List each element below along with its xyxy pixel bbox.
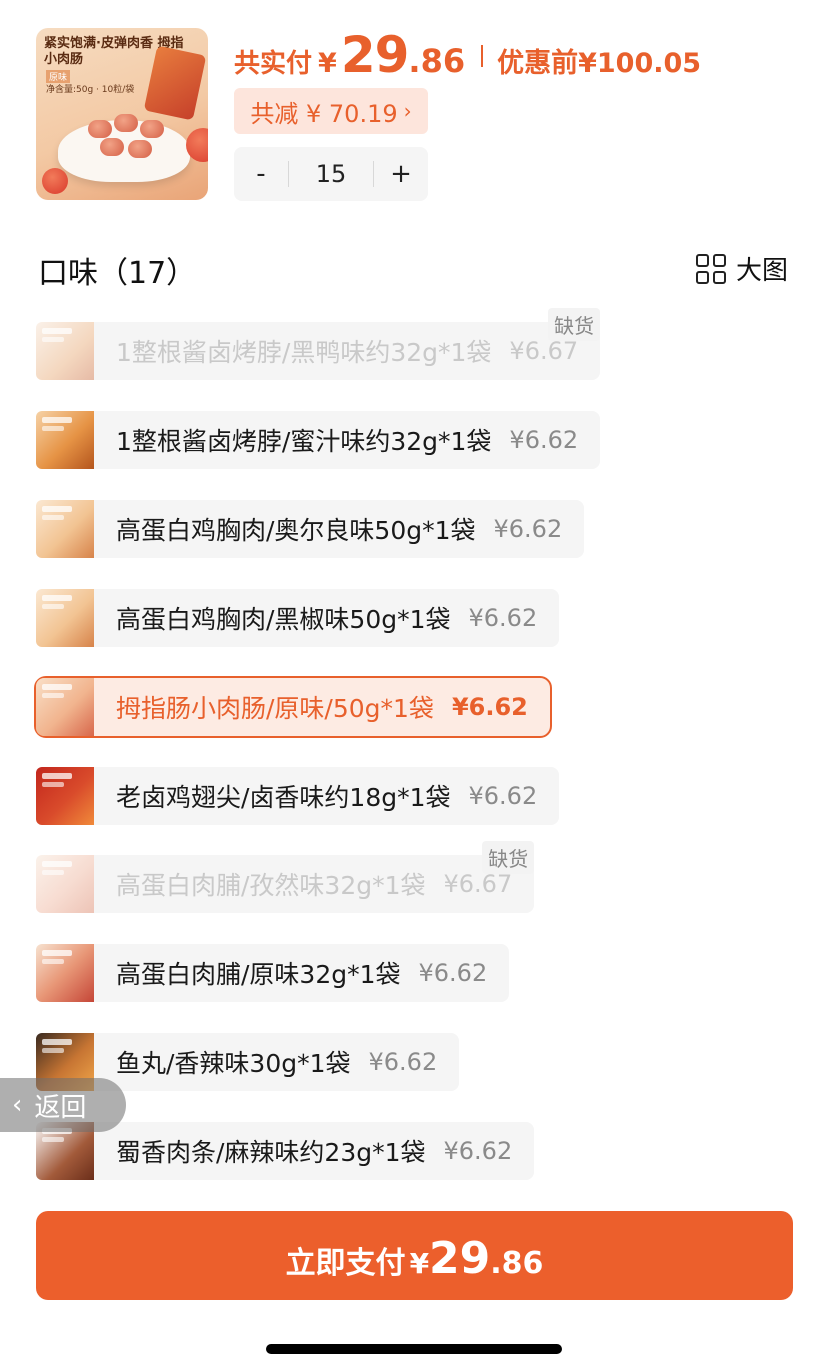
divider (481, 45, 484, 67)
chevron-left-icon: ‹ (12, 1090, 23, 1120)
product-image-net: 净含量:50g · 10粒/袋 (46, 85, 135, 95)
flavor-price: ¥6.62 (368, 1048, 438, 1076)
flavor-name: 高蛋白肉脯/孜然味32g*1袋 (116, 871, 426, 900)
increment-button[interactable]: + (374, 159, 428, 189)
flavor-option-body: 1整根酱卤烤脖/黑鸭味约32g*1袋 ¥6.67 (94, 322, 601, 380)
decrement-button[interactable]: - (234, 159, 288, 189)
orig-label: 优惠前 (497, 48, 579, 79)
pay-currency: ¥ (318, 48, 337, 79)
tomato-graphic (42, 168, 68, 194)
large-view-label: 大图 (735, 256, 788, 286)
flavor-price: ¥6.62 (509, 426, 579, 454)
quantity-input[interactable]: 15 (288, 161, 374, 187)
flavor-thumbnail (36, 767, 94, 825)
flavor-option-body: 高蛋白鸡胸肉/黑椒味50g*1袋 ¥6.62 (94, 589, 560, 647)
chevron-right-icon: › (403, 99, 412, 123)
discount-text: 共减 ¥ 70.19 (250, 99, 398, 128)
flavor-option-body: 1整根酱卤烤脖/蜜汁味约32g*1袋 ¥6.62 (94, 411, 601, 469)
back-button[interactable]: ‹ 返回 (0, 1078, 126, 1132)
flavor-price: ¥6.62 (451, 693, 528, 721)
flavor-option-body: 拇指肠小肉肠/原味/50g*1袋 ¥6.62 (94, 678, 550, 736)
flavor-thumbnail (36, 944, 94, 1002)
flavor-name: 高蛋白肉脯/原味32g*1袋 (116, 960, 401, 989)
flavor-option[interactable]: 高蛋白肉脯/孜然味32g*1袋 ¥6.67 缺货 (36, 841, 535, 913)
flavor-price: ¥6.67 (443, 870, 513, 898)
sausage-graphic (140, 120, 164, 138)
flavor-option-body: 高蛋白肉脯/孜然味32g*1袋 ¥6.67 (94, 855, 535, 913)
flavor-option[interactable]: 蜀香肉条/麻辣味约23g*1袋 ¥6.62 (36, 1122, 535, 1180)
flavor-option[interactable]: 老卤鸡翅尖/卤香味约18g*1袋 ¥6.62 (36, 767, 560, 825)
pay-now-button[interactable]: 立即支付 ¥ 29 .86 (36, 1211, 793, 1300)
out-of-stock-badge: 缺货 (548, 308, 601, 341)
orig-price: ¥100.05 (578, 48, 702, 79)
flavor-name: 蜀香肉条/麻辣味约23g*1袋 (116, 1138, 426, 1167)
flavor-thumbnail (36, 855, 94, 913)
flavor-thumbnail (36, 411, 94, 469)
flavor-price: ¥6.62 (493, 515, 563, 543)
grid-icon (695, 253, 726, 284)
flavor-option-body: 老卤鸡翅尖/卤香味约18g*1袋 ¥6.62 (94, 767, 560, 825)
sausage-graphic (88, 120, 112, 138)
sausage-graphic (100, 138, 124, 156)
price-summary: 共实付 ¥ 29 .86 优惠前 ¥100.05 (234, 26, 701, 86)
flavor-option-body: 蜀香肉条/麻辣味约23g*1袋 ¥6.62 (94, 1122, 535, 1180)
flavor-name: 拇指肠小肉肠/原味/50g*1袋 (116, 694, 434, 723)
home-indicator[interactable] (266, 1344, 562, 1354)
back-label: 返回 (34, 1092, 87, 1123)
flavor-section-title: 口味（17） (38, 256, 197, 291)
sausage-graphic (114, 114, 138, 132)
flavor-price: ¥6.62 (468, 604, 538, 632)
pay-amount-dec: .86 (408, 42, 466, 80)
flavor-price: ¥6.62 (443, 1137, 513, 1165)
flavor-option-body: 鱼丸/香辣味30g*1袋 ¥6.62 (94, 1033, 460, 1091)
flavor-option-selected[interactable]: 拇指肠小肉肠/原味/50g*1袋 ¥6.62 (34, 676, 552, 738)
flavor-option[interactable]: 1整根酱卤烤脖/蜜汁味约32g*1袋 ¥6.62 (36, 411, 601, 469)
flavor-name: 鱼丸/香辣味30g*1袋 (116, 1049, 351, 1078)
pay-amount-int: 29 (340, 26, 410, 84)
flavor-option-body: 高蛋白鸡胸肉/奥尔良味50g*1袋 ¥6.62 (94, 500, 585, 558)
quantity-stepper: - 15 + (234, 147, 428, 201)
flavor-option[interactable]: 1整根酱卤烤脖/黑鸭味约32g*1袋 ¥6.67 缺货 (36, 308, 601, 380)
pay-label: 共实付 (234, 49, 313, 79)
flavor-name: 高蛋白鸡胸肉/黑椒味50g*1袋 (116, 605, 451, 634)
discount-details-button[interactable]: 共减 ¥ 70.19 › (234, 88, 428, 134)
large-view-toggle[interactable]: 大图 (695, 250, 788, 287)
flavor-name: 老卤鸡翅尖/卤香味约18g*1袋 (116, 783, 451, 812)
flavor-thumbnail (36, 589, 94, 647)
flavor-price: ¥6.67 (509, 337, 579, 365)
flavor-price: ¥6.62 (418, 959, 488, 987)
flavor-thumbnail (36, 678, 94, 736)
flavor-price: ¥6.62 (468, 782, 538, 810)
flavor-thumbnail (36, 500, 94, 558)
pay-now-int: 29 (429, 1233, 491, 1284)
flavor-option[interactable]: 高蛋白鸡胸肉/奥尔良味50g*1袋 ¥6.62 (36, 500, 585, 558)
flavor-option[interactable]: 高蛋白鸡胸肉/黑椒味50g*1袋 ¥6.62 (36, 589, 560, 647)
product-image: 紧实饱满·皮弹肉香 拇指小肉肠 原味 净含量:50g · 10粒/袋 (36, 28, 208, 200)
sausage-graphic (128, 140, 152, 158)
pay-now-currency: ¥ (409, 1247, 430, 1280)
pay-now-dec: .86 (490, 1246, 544, 1281)
out-of-stock-badge: 缺货 (482, 841, 535, 874)
flavor-option[interactable]: 高蛋白肉脯/原味32g*1袋 ¥6.62 (36, 944, 510, 1002)
flavor-option-body: 高蛋白肉脯/原味32g*1袋 ¥6.62 (94, 944, 510, 1002)
flavor-name: 1整根酱卤烤脖/蜜汁味约32g*1袋 (116, 427, 492, 456)
flavor-thumbnail (36, 322, 94, 380)
pay-now-label: 立即支付 (285, 1246, 406, 1281)
flavor-name: 1整根酱卤烤脖/黑鸭味约32g*1袋 (116, 338, 492, 367)
flavor-name: 高蛋白鸡胸肉/奥尔良味50g*1袋 (116, 516, 476, 545)
